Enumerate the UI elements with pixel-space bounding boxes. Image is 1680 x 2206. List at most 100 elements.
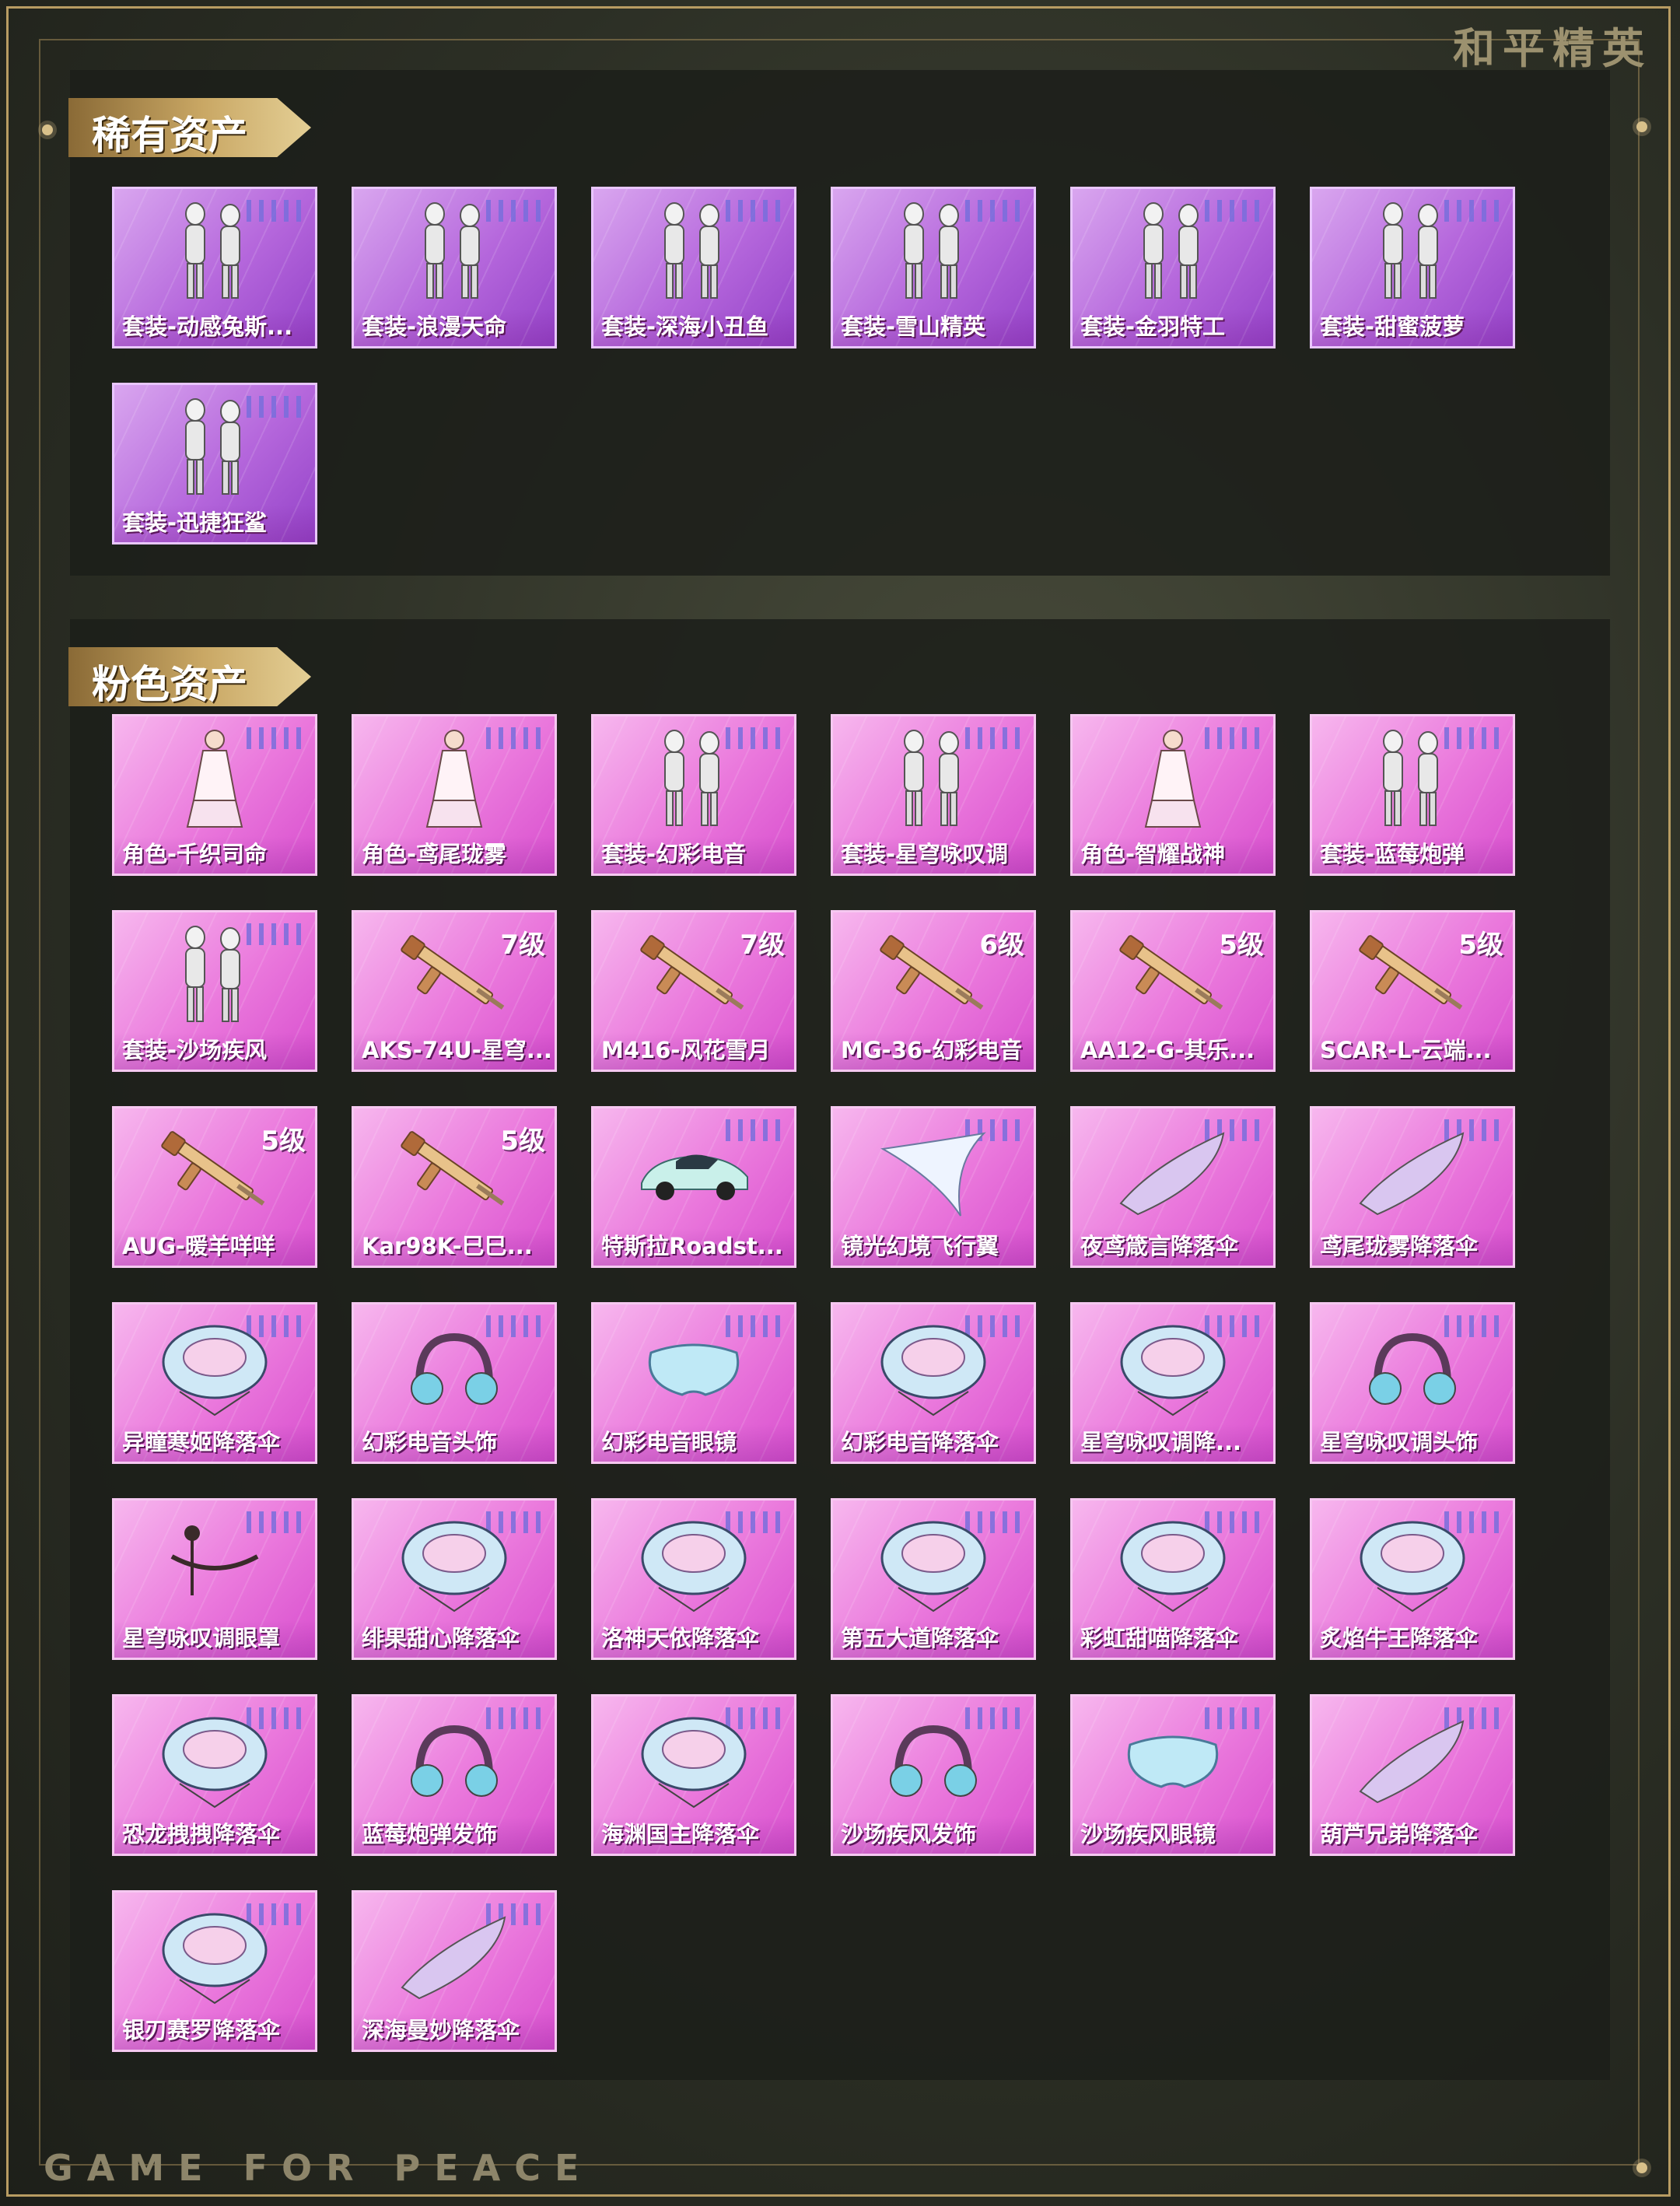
card-label: 彩虹甜喵降落伞	[1080, 1625, 1239, 1651]
asset-card[interactable]: 星穹咏叹调降...	[1070, 1302, 1276, 1464]
asset-card[interactable]: 幻彩电音降落伞	[831, 1302, 1036, 1464]
asset-card[interactable]: 套装-沙场疾风	[112, 910, 317, 1072]
asset-card[interactable]: 炙焰牛王降落伞	[1310, 1498, 1515, 1660]
asset-card[interactable]: 6级 MG-36-幻彩电音	[831, 910, 1036, 1072]
asset-card[interactable]: 海渊国主降落伞	[591, 1694, 796, 1856]
rifle-icon	[1107, 922, 1239, 1029]
card-label: 套装-蓝莓炮弹	[1320, 841, 1465, 867]
asset-card[interactable]: 夜鸢箴言降落伞	[1070, 1106, 1276, 1268]
brand-logo-cn: 和平精英	[1453, 24, 1652, 73]
asset-card[interactable]: 彩虹甜喵降落伞	[1070, 1498, 1276, 1660]
asset-card[interactable]: 鸢尾珑雾降落伞	[1310, 1106, 1515, 1268]
asset-card[interactable]: 葫芦兄弟降落伞	[1310, 1694, 1515, 1856]
asset-card[interactable]: 第五大道降落伞	[831, 1498, 1036, 1660]
parachute-icon	[149, 1902, 281, 2009]
asset-card[interactable]: 套装-金羽特工	[1070, 187, 1276, 348]
asset-card[interactable]: 套装-星穹咏叹调	[831, 714, 1036, 876]
asset-card[interactable]: 角色-千织司命	[112, 714, 317, 876]
asset-card[interactable]: 幻彩电音头饰	[352, 1302, 557, 1464]
asset-card[interactable]: 套装-浪漫天命	[352, 187, 557, 348]
frame-dot	[1636, 2162, 1647, 2173]
asset-card[interactable]: 绯果甜心降落伞	[352, 1498, 557, 1660]
asset-card[interactable]: 5级 Kar98K-巳巳...	[352, 1106, 557, 1268]
card-label: AKS-74U-星穹...	[362, 1037, 550, 1063]
headwear-icon	[388, 1706, 520, 1813]
asset-card[interactable]: 镜光幻境飞行翼	[831, 1106, 1036, 1268]
card-label-bar: 套装-迅捷狂鲨	[114, 505, 315, 542]
card-label-bar: 第五大道降落伞	[833, 1620, 1034, 1658]
asset-card[interactable]: 深海曼妙降落伞	[352, 1890, 557, 2052]
card-label-bar: 套装-幻彩电音	[593, 836, 794, 874]
asset-card[interactable]: 幻彩电音眼镜	[591, 1302, 796, 1464]
card-label-bar: 套装-深海小丑鱼	[593, 309, 794, 346]
asset-card[interactable]: 套装-幻彩电音	[591, 714, 796, 876]
asset-card[interactable]: 套装-雪山精英	[831, 187, 1036, 348]
asset-card[interactable]: 沙场疾风眼镜	[1070, 1694, 1276, 1856]
card-label: 第五大道降落伞	[841, 1625, 999, 1651]
card-label-bar: MG-36-幻彩电音	[833, 1032, 1034, 1070]
asset-card[interactable]: 5级 AA12-G-其乐...	[1070, 910, 1276, 1072]
asset-card[interactable]: 特斯拉Roadst...	[591, 1106, 796, 1268]
asset-card[interactable]: 套装-迅捷狂鲨	[112, 383, 317, 544]
asset-card[interactable]: 7级 AKS-74U-星穹...	[352, 910, 557, 1072]
card-label-bar: 幻彩电音降落伞	[833, 1424, 1034, 1462]
card-label-bar: 沙场疾风眼镜	[1073, 1816, 1273, 1854]
asset-card[interactable]: 星穹咏叹调头饰	[1310, 1302, 1515, 1464]
card-label-bar: 沙场疾风发饰	[833, 1816, 1034, 1854]
card-label: 沙场疾风眼镜	[1080, 1821, 1216, 1847]
card-label-bar: 幻彩电音眼镜	[593, 1424, 794, 1462]
asset-card[interactable]: 蓝莓炮弹发饰	[352, 1694, 557, 1856]
asset-card[interactable]: 7级 M416-风花雪月	[591, 910, 796, 1072]
asset-card[interactable]: 角色-鸢尾珑雾	[352, 714, 557, 876]
card-label-bar: 星穹咏叹调降...	[1073, 1424, 1273, 1462]
card-label: 恐龙拽拽降落伞	[122, 1821, 281, 1847]
card-label: 鸢尾珑雾降落伞	[1320, 1233, 1479, 1259]
asset-card[interactable]: 星穹咏叹调眼罩	[112, 1498, 317, 1660]
card-label: 套装-雪山精英	[841, 313, 986, 340]
card-label: M416-风花雪月	[601, 1037, 771, 1063]
outfit-icon	[867, 198, 999, 306]
headwear-icon	[388, 1314, 520, 1421]
card-label: 葫芦兄弟降落伞	[1320, 1821, 1479, 1847]
outfit-icon	[388, 198, 520, 306]
outfit-icon	[1346, 726, 1479, 833]
card-label-bar: 星穹咏叹调眼罩	[114, 1620, 315, 1658]
asset-card[interactable]: 套装-蓝莓炮弹	[1310, 714, 1515, 876]
asset-card[interactable]: 洛神天依降落伞	[591, 1498, 796, 1660]
headwear-icon	[867, 1706, 999, 1813]
card-label-bar: 套装-甜蜜菠萝	[1312, 309, 1513, 346]
card-label: 星穹咏叹调头饰	[1320, 1429, 1479, 1455]
card-label-bar: 夜鸢箴言降落伞	[1073, 1228, 1273, 1266]
glasses-icon	[1107, 1706, 1239, 1813]
rare-assets-panel: 稀有资产 套装-动感兔斯... 套装-浪漫天命 套装-深海小丑鱼 套装-雪山精英 套装-…	[68, 70, 1610, 576]
card-label: SCAR-L-云端...	[1320, 1037, 1492, 1063]
card-label-bar: 蓝莓炮弹发饰	[354, 1816, 555, 1854]
card-label-bar: 异瞳寒姬降落伞	[114, 1424, 315, 1462]
asset-card[interactable]: 套装-动感兔斯...	[112, 187, 317, 348]
asset-card[interactable]: 5级 AUG-暖羊咩咩	[112, 1106, 317, 1268]
asset-card[interactable]: 银刃赛罗降落伞	[112, 1890, 317, 2052]
asset-card[interactable]: 套装-深海小丑鱼	[591, 187, 796, 348]
asset-card[interactable]: 沙场疾风发饰	[831, 1694, 1036, 1856]
parachute-icon	[1107, 1314, 1239, 1421]
card-label: 异瞳寒姬降落伞	[122, 1429, 281, 1455]
character-icon	[1107, 726, 1239, 833]
parachute-icon	[867, 1510, 999, 1617]
headwear-icon	[1346, 1314, 1479, 1421]
card-label-bar: 角色-鸢尾珑雾	[354, 836, 555, 874]
character-icon	[149, 726, 281, 833]
parachute-icon	[388, 1510, 520, 1617]
asset-card[interactable]: 异瞳寒姬降落伞	[112, 1302, 317, 1464]
card-label-bar: 恐龙拽拽降落伞	[114, 1816, 315, 1854]
card-label-bar: 角色-智耀战神	[1073, 836, 1273, 874]
asset-card[interactable]: 套装-甜蜜菠萝	[1310, 187, 1515, 348]
asset-card[interactable]: 5级 SCAR-L-云端...	[1310, 910, 1515, 1072]
card-label: 套装-幻彩电音	[601, 841, 747, 867]
section-title: 稀有资产	[92, 113, 247, 158]
outfit-icon	[628, 198, 760, 306]
asset-card[interactable]: 角色-智耀战神	[1070, 714, 1276, 876]
card-label-bar: 彩虹甜喵降落伞	[1073, 1620, 1273, 1658]
card-label: 套装-金羽特工	[1080, 313, 1226, 340]
card-label: 套装-深海小丑鱼	[601, 313, 769, 340]
asset-card[interactable]: 恐龙拽拽降落伞	[112, 1694, 317, 1856]
